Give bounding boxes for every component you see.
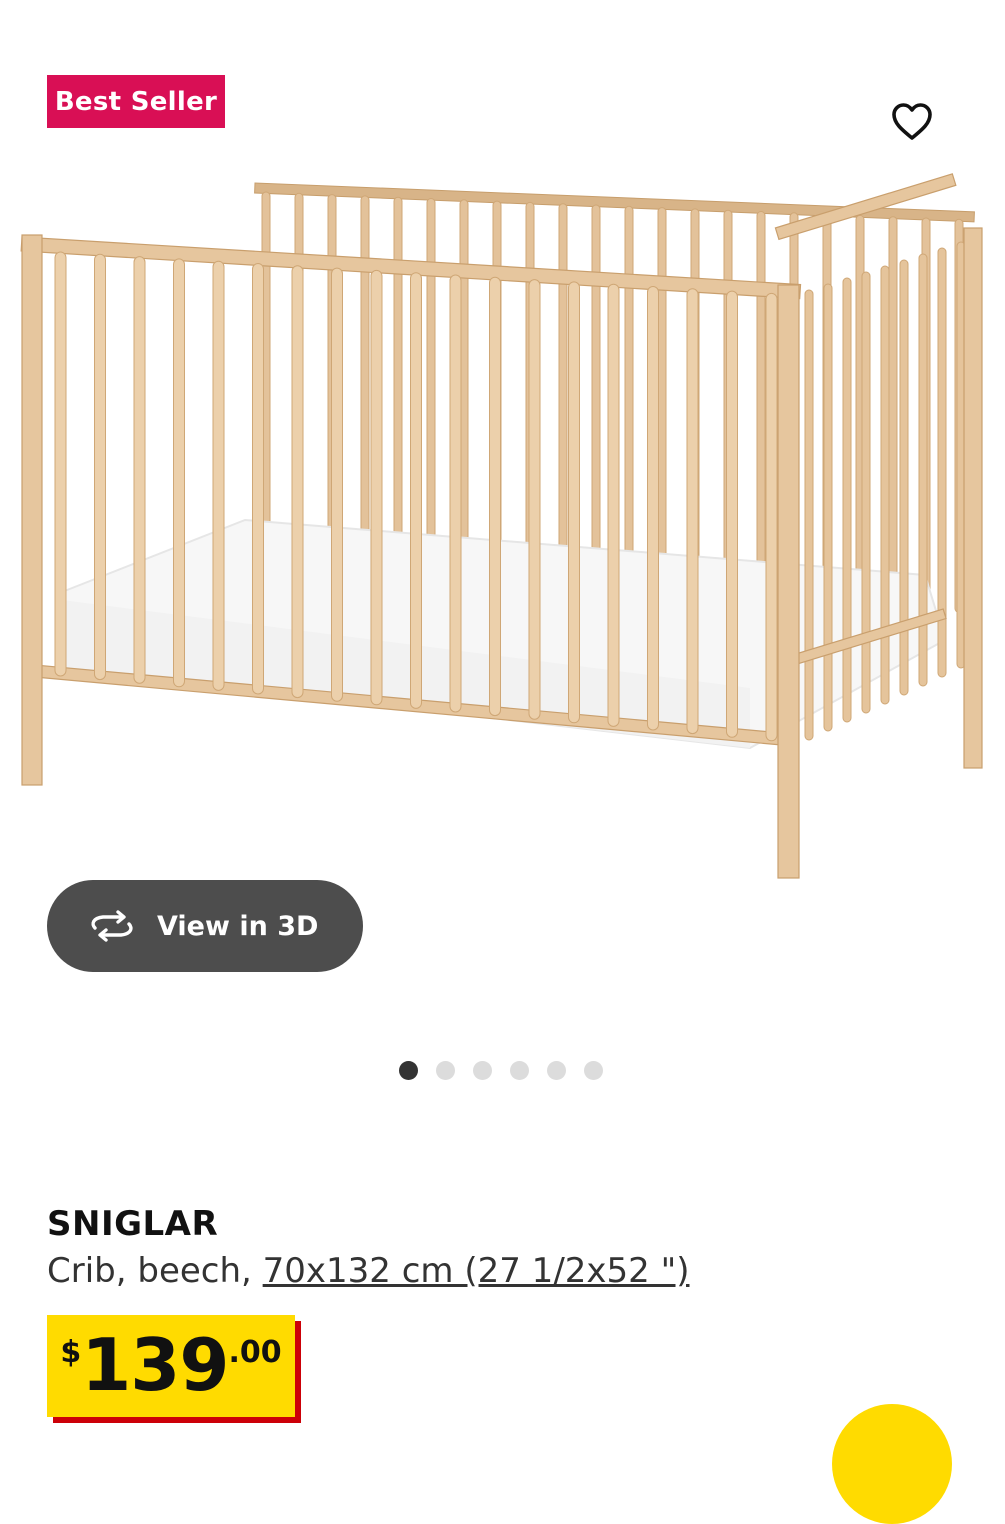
crib-front-slat [252,263,264,695]
carousel-dot-2[interactable] [436,1061,455,1080]
crib-front-slat [568,281,580,724]
add-to-cart-fab[interactable] [832,1404,952,1524]
crib-side-slat [823,283,833,732]
crib-front-slat [133,256,146,684]
product-size-link[interactable]: 70x132 cm (27 1/2x52 ") [263,1251,690,1291]
crib-back-slat [591,204,601,586]
crib-back-slat [360,195,370,568]
carousel-dot-1[interactable] [399,1061,418,1080]
favorite-button[interactable] [888,98,936,146]
product-type: Crib, beech, [47,1251,263,1291]
crib-back-slat [624,205,634,589]
crib-front-slat [54,251,67,677]
carousel-dot-3[interactable] [473,1061,492,1080]
crib-front-slat [449,274,462,713]
crib-back-slat [426,198,436,573]
product-description: Crib, beech, 70x132 cm (27 1/2x52 ") [47,1251,690,1291]
price-currency: $ [60,1335,82,1370]
crib-side-slat [861,271,871,714]
crib-front-slat [726,290,738,738]
crib-front-slat [173,258,185,688]
price-decimal: .00 [228,1335,282,1370]
crib-front-slat [410,272,422,709]
view-in-3d-button[interactable]: View in 3D [47,880,363,972]
crib-back-slat [558,203,568,583]
crib-front-slat [212,260,225,691]
crib-front-slat [686,288,699,735]
crib-side-slat [804,289,814,741]
crib-front-slat [94,253,106,681]
price-integer: 139 [81,1323,229,1407]
crib-front-slat [528,279,541,720]
carousel-dot-6[interactable] [584,1061,603,1080]
carousel-dot-5[interactable] [547,1061,566,1080]
crib-side-slat [842,277,852,723]
crib-front-slat [291,265,304,699]
crib-back-slat [393,196,403,571]
price-tag: $ 139 .00 [47,1315,301,1423]
crib-front-slat [370,269,383,706]
crib-front-slat [765,292,778,742]
rotate-3d-icon [91,910,133,942]
carousel-dots [399,1061,603,1081]
crib-front-slat [331,267,343,702]
crib-front-slat [489,276,501,717]
crib-back-slat [888,216,898,608]
product-image-crib [20,173,983,879]
heart-outline-icon [892,103,932,140]
crib-back-slat [657,207,667,591]
crib-back-slat [756,211,766,598]
best-seller-badge: Best Seller [47,75,225,128]
product-name: SNIGLAR [47,1204,219,1244]
view-in-3d-label: View in 3D [157,910,319,942]
crib-front-slat [647,286,659,731]
carousel-dot-4[interactable] [510,1061,529,1080]
price-box: $ 139 .00 [47,1315,295,1417]
crib-front-slat [607,283,620,727]
